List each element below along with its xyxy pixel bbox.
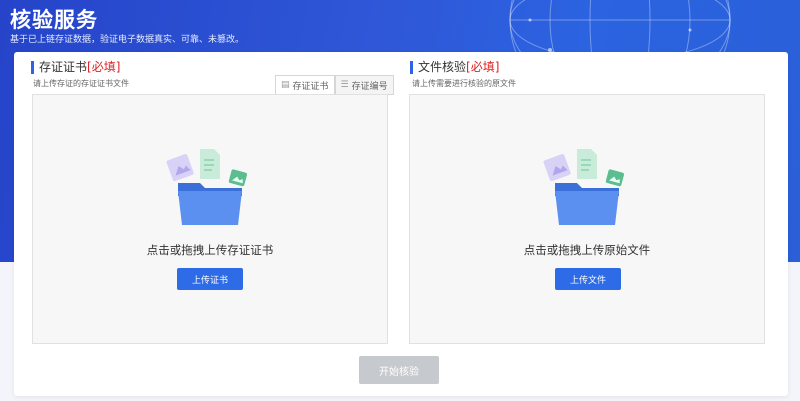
upload-folder-illustration: [166, 149, 248, 225]
tab-certificate-label: 存证证书: [292, 81, 329, 92]
file-icon: [577, 149, 597, 179]
image-icon: [543, 154, 571, 182]
verification-card: 存证证书[必填] 请上传存证的存证证书文件 ▤ 存证证书 ☰ 存证编号 点击或拖…: [14, 52, 788, 396]
required-mark: [必填]: [87, 60, 121, 74]
file-section-title: 文件核验[必填]: [410, 61, 499, 74]
upload-folder-illustration: [543, 149, 625, 225]
file-dropzone[interactable]: 点击或拖拽上传原始文件 上传文件: [409, 94, 765, 344]
file-drop-text: 点击或拖拽上传原始文件: [523, 243, 651, 257]
image-icon: [166, 154, 194, 182]
tab-certificate-number[interactable]: ☰ 存证编号: [334, 75, 394, 95]
tab-certificate[interactable]: ▤ 存证证书: [275, 75, 335, 95]
required-mark: [必填]: [466, 60, 500, 74]
file-hint: 请上传需要进行核验的原文件: [412, 79, 516, 88]
page-title: 核验服务: [10, 8, 98, 32]
page-subtitle: 基于已上链存证数据，验证电子数据真实、可靠、未篡改。: [10, 35, 245, 45]
folder-icon: [178, 183, 242, 225]
certificate-drop-text: 点击或拖拽上传存证证书: [146, 243, 274, 257]
list-icon: ☰: [340, 80, 349, 90]
folder-icon: [555, 183, 619, 225]
upload-file-button[interactable]: 上传文件: [555, 268, 621, 290]
file-icon: [200, 149, 220, 179]
certificate-title-text: 存证证书: [39, 60, 88, 74]
photo-icon: [228, 169, 248, 187]
file-title-text: 文件核验: [418, 60, 467, 74]
certificate-dropzone[interactable]: 点击或拖拽上传存证证书 上传证书: [32, 94, 388, 344]
certificate-hint: 请上传存证的存证证书文件: [33, 79, 129, 88]
tab-certificate-number-label: 存证编号: [351, 81, 388, 92]
start-verification-button[interactable]: 开始核验: [359, 356, 439, 384]
upload-certificate-button[interactable]: 上传证书: [177, 268, 243, 290]
certificate-section-title: 存证证书[必填]: [31, 61, 120, 74]
document-icon: ▤: [281, 80, 290, 90]
certificate-tabs: ▤ 存证证书 ☰ 存证编号: [275, 75, 394, 95]
photo-icon: [605, 169, 625, 187]
